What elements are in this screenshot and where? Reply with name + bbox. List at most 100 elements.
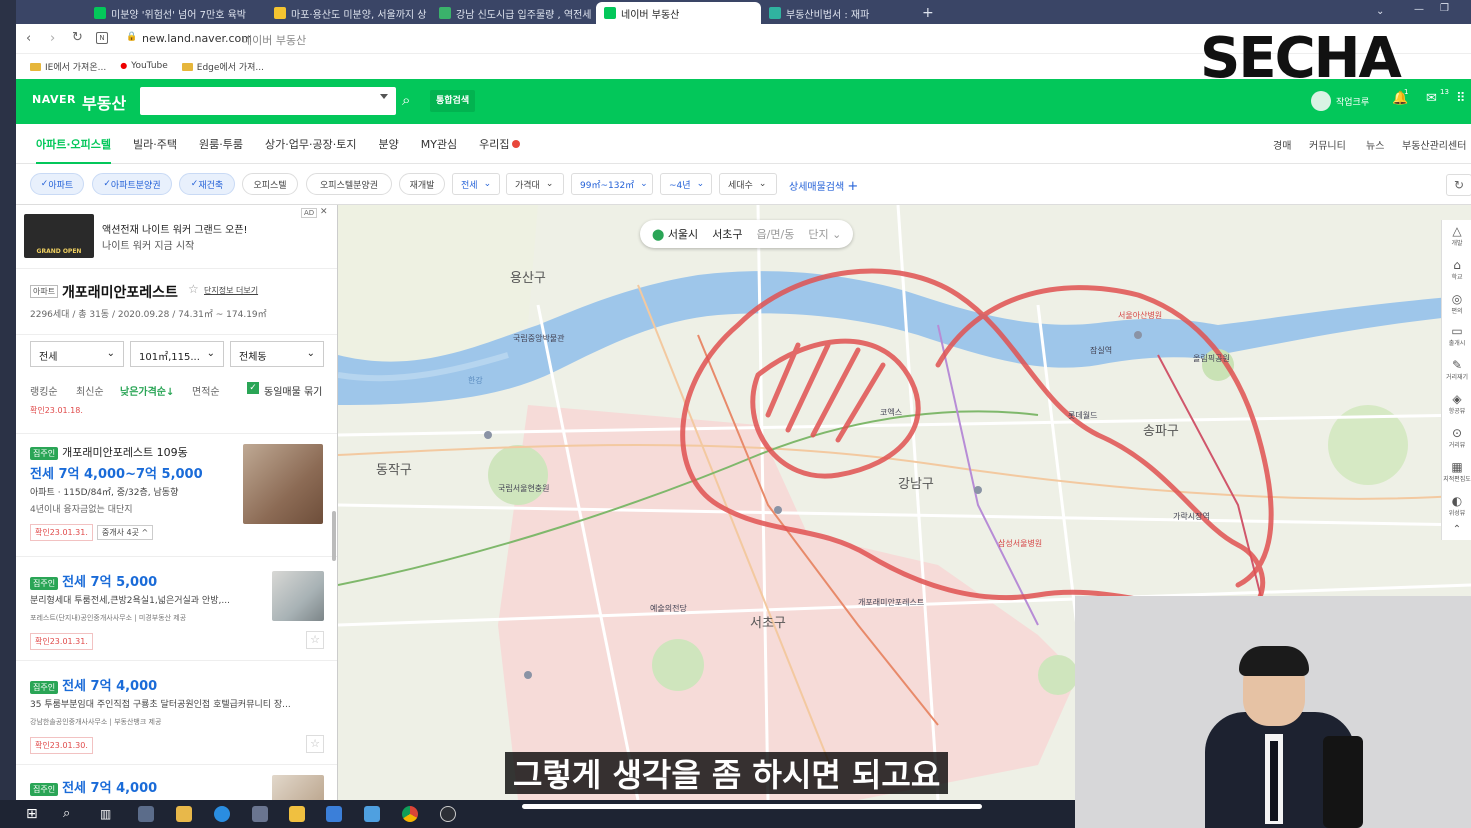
tab-commercial[interactable]: 상가·업무·공장·토지 [265, 136, 356, 152]
tool-convenience[interactable]: ◎ 편의 [1442, 292, 1471, 315]
user-name[interactable]: 작업크루 [1336, 95, 1369, 108]
video-progress-bar[interactable] [522, 804, 982, 809]
calculator-icon[interactable] [138, 806, 154, 822]
tab-my-interest[interactable]: MY관심 [421, 136, 457, 152]
deal-select[interactable]: 전세 ⌄ [30, 341, 124, 367]
naver-logo[interactable]: NAVER [32, 93, 76, 106]
ad-banner[interactable]: GRAND OPEN 액션전재 나이트 워커 그랜드 오픈! 나이트 워커 지금… [16, 205, 337, 269]
collapse-icon[interactable]: ⌃ [1442, 524, 1471, 535]
scrollbar[interactable] [332, 511, 336, 561]
link-agent-center[interactable]: 부동산관리센터 [1402, 137, 1466, 152]
sort-lowprice[interactable]: 낮은가격순↓ [120, 383, 174, 398]
building-select[interactable]: 전체동 ⌄ [230, 341, 324, 367]
bird-app-icon[interactable] [364, 806, 380, 822]
bookmark-edge[interactable]: Edge에서 가져... [181, 60, 264, 73]
price-select[interactable]: 가격대 ⌄ [506, 173, 564, 195]
agents-button[interactable]: 중개사 4곳 ^ [96, 525, 154, 540]
mail-icon[interactable] [326, 806, 342, 822]
region-complex[interactable]: 단지 ⌄ [808, 226, 841, 242]
windows-start-icon[interactable]: ⊞ [26, 806, 42, 822]
restore-icon[interactable]: ❐ [1440, 3, 1449, 14]
url-text[interactable]: new.land.naver.com [142, 32, 252, 45]
browser-tab-1[interactable]: 미분양 '위험선' 넘어 7만호 육박 [86, 2, 266, 24]
star-icon[interactable]: ☆ [306, 631, 324, 649]
tool-street[interactable]: ⊙ 거리뷰 [1442, 426, 1471, 449]
age-select[interactable]: ~4년 ⌄ [660, 173, 712, 195]
chevron-down-icon[interactable]: ⌄ [1376, 6, 1384, 17]
apps-grid-icon[interactable]: ⠿ [1456, 91, 1466, 106]
tab-presale[interactable]: 분양 [378, 136, 398, 152]
chrome-icon[interactable] [402, 806, 418, 822]
tab-oneroom[interactable]: 원룸·투룸 [199, 136, 243, 152]
browser-tab-3[interactable]: 강남 신도시급 입주물량 , 역전세 [431, 2, 596, 24]
dropdown-caret-icon[interactable] [380, 94, 388, 99]
task-view-icon[interactable]: ▥ [100, 806, 116, 822]
browser-tab-5[interactable]: 부동산비법서 : 재파 [761, 2, 911, 24]
tool-commute[interactable]: ▭ 출개시 [1442, 324, 1471, 347]
mail-icon[interactable]: ✉ [1426, 91, 1437, 106]
list-item[interactable]: 집주인 개포래미안포레스트 109동 전세 7억 4,000~7억 5,000 아… [16, 433, 337, 557]
tool-development[interactable]: △ 개발 [1442, 224, 1471, 247]
browser-tab-active[interactable]: 네이버 부동산 [596, 2, 761, 24]
area-select[interactable]: 101㎡,115... ⌄ [130, 341, 224, 367]
link-news[interactable]: 뉴스 [1366, 137, 1384, 152]
minimize-icon[interactable]: — [1414, 4, 1424, 15]
search-input[interactable] [140, 87, 360, 113]
search-box[interactable] [140, 87, 396, 115]
sort-latest[interactable]: 최신순 [76, 383, 104, 398]
ad-title[interactable]: 액션전재 나이트 워커 그랜드 오픈! [102, 221, 248, 236]
filter-redevelop[interactable]: 재개발 [399, 173, 445, 195]
tool-satellite[interactable]: ◐ 위성뷰 [1442, 494, 1471, 517]
forward-icon[interactable]: › [50, 31, 55, 46]
service-title[interactable]: 부동산 [82, 90, 126, 114]
list-item[interactable]: 집주인 전세 7억 4,000 35 투룸부분임대 주인직접 구룡초 달터공원인접… [16, 665, 337, 765]
filter-apt-presale[interactable]: ✓ 아파트분양권 [92, 173, 172, 195]
obs-icon[interactable] [440, 806, 456, 822]
listing-photo[interactable] [272, 571, 324, 621]
filter-rebuild[interactable]: ✓ 재건축 [179, 173, 235, 195]
new-tab-button[interactable]: + [914, 2, 938, 24]
listing-photo[interactable] [272, 775, 324, 800]
sort-area[interactable]: 면적순 [192, 383, 220, 398]
ad-image[interactable]: GRAND OPEN [24, 214, 94, 258]
listing-photo[interactable] [243, 444, 323, 524]
bookmark-ie[interactable]: IE에서 가져온... [30, 60, 106, 73]
star-icon[interactable]: ☆ [306, 735, 324, 753]
area-select[interactable]: 99㎡~132㎡ ⌄ [571, 173, 653, 195]
list-item[interactable]: 집주인 전세 7억 5,000 분리형세대 투룸전세,큰방2욕실1,넓은거실과 안… [16, 561, 337, 661]
bookmark-youtube[interactable]: ● YouTube [120, 61, 168, 71]
integrated-search-button[interactable]: 통합검색 [430, 90, 476, 112]
sticky-notes-icon[interactable] [289, 806, 305, 822]
lock-icon[interactable]: 🔒 [126, 32, 137, 42]
reload-icon[interactable]: ↻ [72, 30, 83, 45]
link-auction[interactable]: 경매 [1273, 137, 1291, 152]
region-dong[interactable]: 읍/면/동 [757, 226, 795, 242]
tool-aerial[interactable]: ◈ 항공뷰 [1442, 392, 1471, 415]
filter-apartment[interactable]: ✓ 아파트 [30, 173, 84, 195]
region-gu[interactable]: 서초구 [712, 226, 742, 242]
close-icon[interactable]: ✕ [320, 207, 328, 217]
households-select[interactable]: 세대수 ⌄ [719, 173, 777, 195]
tool-cadastral[interactable]: ▦ 지적편집도 [1442, 460, 1471, 483]
sort-ranking[interactable]: 랭킹순 [30, 383, 58, 398]
region-city[interactable]: ⬤ 서울시 [652, 226, 698, 242]
deal-type-select[interactable]: 전세 ⌄ [452, 173, 500, 195]
detail-search-button[interactable]: 상세매물검색 + [789, 178, 858, 194]
snip-icon[interactable] [252, 806, 268, 822]
tab-my-home[interactable]: 우리집 [479, 136, 520, 152]
tab-villa[interactable]: 빌라·주택 [133, 136, 177, 152]
tool-distance[interactable]: ✎ 거리재기 [1442, 358, 1471, 381]
refresh-icon[interactable]: ↻ [1446, 174, 1471, 196]
edge-icon[interactable] [214, 806, 230, 822]
complex-more-link[interactable]: 단지정보 더보기 [204, 285, 258, 296]
link-community[interactable]: 커뮤니티 [1309, 137, 1346, 152]
checkbox-icon[interactable]: ✓ [247, 382, 259, 394]
avatar[interactable] [1311, 91, 1331, 111]
tool-school[interactable]: ⌂ 학교 [1442, 258, 1471, 281]
search-icon[interactable]: ⌕ [402, 91, 410, 109]
filter-officetel-presale[interactable]: 오피스텔분양권 [306, 173, 392, 195]
filter-officetel[interactable]: 오피스텔 [242, 173, 298, 195]
search-icon[interactable]: ⌕ [63, 806, 79, 822]
tab-apartment[interactable]: 아파트·오피스텔 [36, 136, 112, 164]
file-explorer-icon[interactable] [176, 806, 192, 822]
